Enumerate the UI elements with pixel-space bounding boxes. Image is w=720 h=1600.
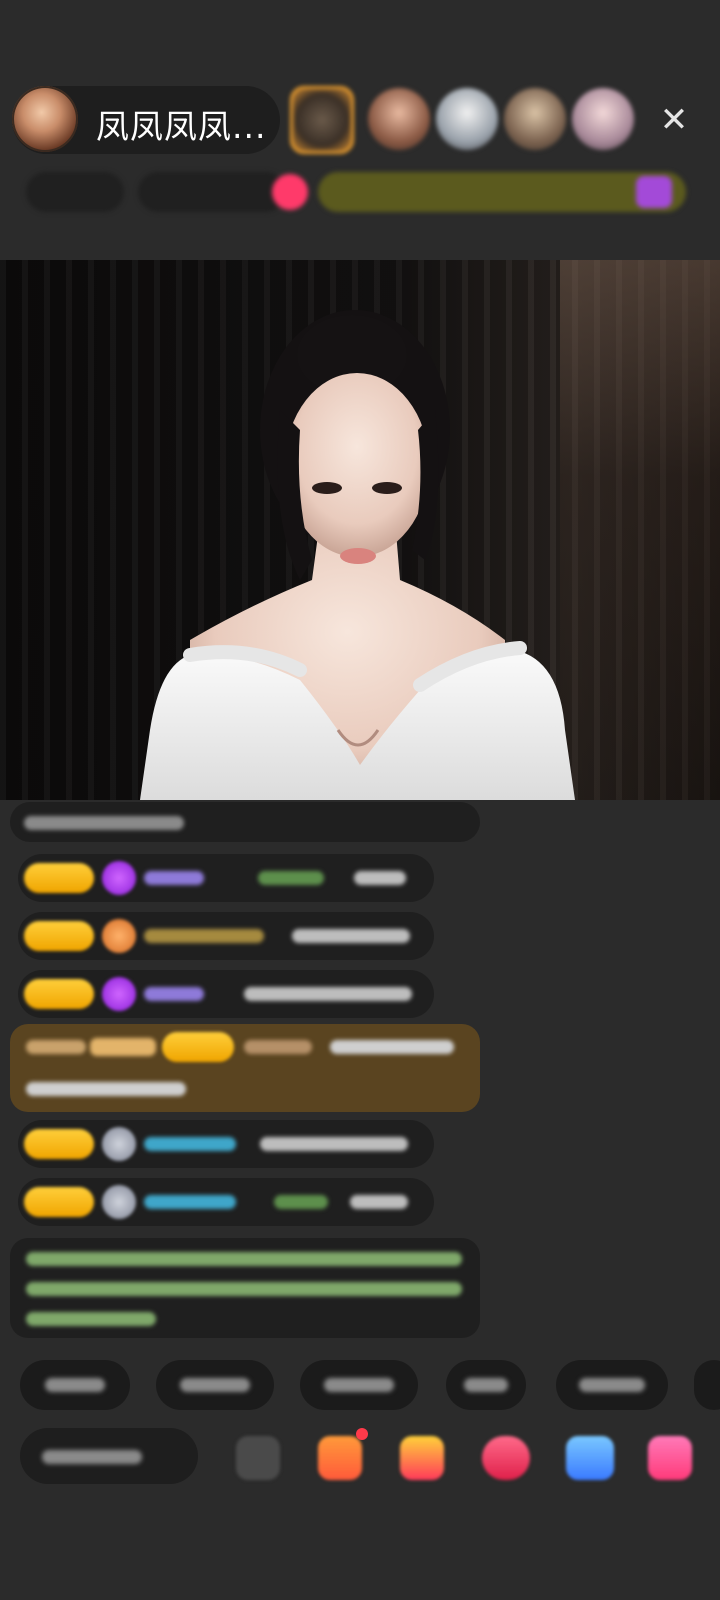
room-chip-1[interactable] <box>26 172 124 212</box>
chat-message-6[interactable] <box>18 1178 434 1226</box>
top-viewer-avatar-5[interactable] <box>572 88 634 150</box>
streamer-figure <box>140 310 575 800</box>
chat-message-4[interactable] <box>18 970 434 1018</box>
top-viewer-avatar-1[interactable] <box>290 86 354 154</box>
room-info-row <box>26 172 696 214</box>
top-viewer-avatar-3[interactable] <box>436 88 498 150</box>
fan-club-icon[interactable] <box>318 1436 362 1480</box>
quick-reply-4[interactable] <box>446 1360 526 1410</box>
live-video[interactable] <box>0 260 720 800</box>
chat-message-5[interactable] <box>18 1120 434 1168</box>
chat-message-1[interactable] <box>10 802 480 842</box>
chat-message-2[interactable] <box>18 854 434 902</box>
quick-reply-1[interactable] <box>20 1360 130 1410</box>
top-viewer-avatar-4[interactable] <box>504 88 566 150</box>
room-chip-2[interactable] <box>138 172 286 212</box>
quick-reply-6[interactable] <box>694 1360 720 1410</box>
comment-input[interactable] <box>20 1428 198 1484</box>
notification-dot <box>356 1428 368 1440</box>
system-notice <box>10 1238 480 1338</box>
quick-reply-5[interactable] <box>556 1360 668 1410</box>
chat-message-3[interactable] <box>18 912 434 960</box>
quick-reply-3[interactable] <box>300 1360 418 1410</box>
gift-icon[interactable] <box>400 1436 444 1480</box>
host-name[interactable]: 凤凤凤凤... <box>96 100 266 148</box>
pink-icon[interactable] <box>272 174 308 210</box>
quick-reply-2[interactable] <box>156 1360 274 1410</box>
purple-icon[interactable] <box>636 176 672 208</box>
more-icon[interactable] <box>648 1436 692 1480</box>
close-icon[interactable]: ✕ <box>650 96 698 144</box>
host-avatar[interactable] <box>12 86 78 152</box>
like-icon[interactable] <box>482 1436 530 1480</box>
chat-message-highlight[interactable] <box>10 1024 480 1112</box>
emoji-icon[interactable] <box>236 1436 280 1480</box>
top-viewer-avatar-2[interactable] <box>368 88 430 150</box>
room-tags-bar[interactable] <box>318 172 686 212</box>
game-icon[interactable] <box>566 1436 614 1480</box>
